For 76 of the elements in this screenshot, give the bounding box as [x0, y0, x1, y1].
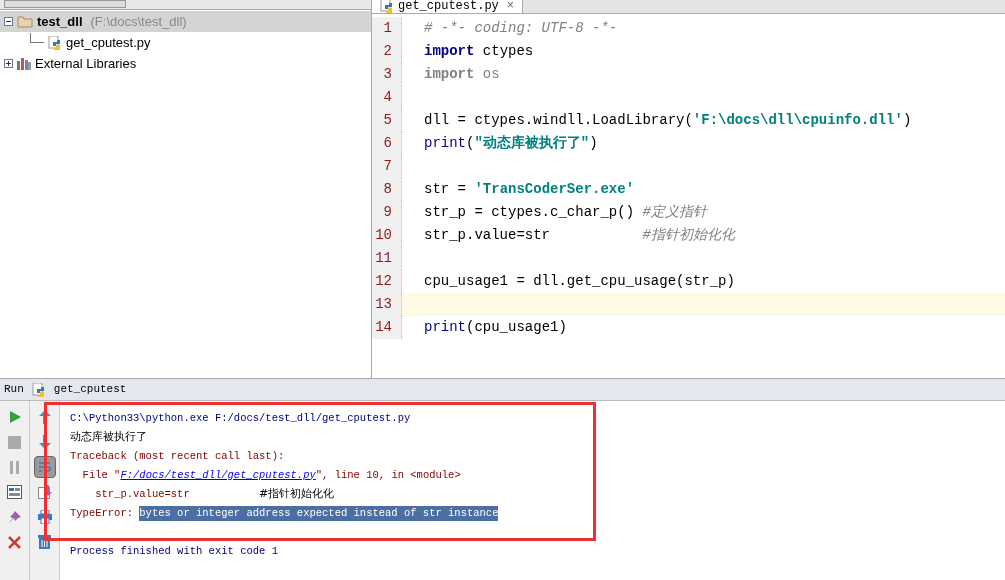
code-token: # -*- coding: UTF-8 -*-	[424, 20, 618, 36]
trash-icon	[38, 535, 51, 549]
tree-item-label: test_dll	[37, 12, 83, 31]
python-file-icon	[48, 35, 62, 50]
stop-icon	[8, 435, 21, 449]
code-token: (	[466, 135, 475, 151]
close-icon	[8, 535, 21, 549]
code-token: (cpu_usage1)	[466, 319, 567, 335]
tab-close-button[interactable]: ×	[506, 0, 515, 12]
layout-icon	[7, 485, 22, 499]
code-token: "动态库被执行了"	[474, 135, 590, 151]
code-token: str_p.value=str	[424, 227, 552, 243]
code-token: ctypes	[481, 43, 534, 59]
line-number: 7	[372, 155, 402, 178]
tab-label: get_cputest.py	[398, 0, 499, 12]
line-number: 8	[372, 178, 402, 201]
code-token: #指针初始化化	[642, 227, 735, 243]
expand-icon[interactable]	[4, 59, 13, 68]
line-number: 12	[372, 270, 402, 293]
console-text: 动态库被执行了	[70, 429, 147, 446]
tree-item[interactable]: test_dll (F:\docs\test_dll)	[0, 11, 371, 32]
collapse-icon[interactable]	[4, 17, 13, 26]
line-number: 4	[372, 86, 402, 109]
run-panel-label: Run	[4, 382, 24, 398]
console-text: Traceback (most recent call last):	[70, 448, 285, 464]
folder-icon	[17, 15, 33, 28]
tree-item[interactable]: get_cputest.py	[0, 32, 371, 53]
console-text: TypeError:	[70, 505, 134, 521]
run-config-label[interactable]: get_cputest	[53, 381, 127, 398]
code-token: import	[424, 66, 475, 82]
code-token: import	[424, 43, 475, 59]
editor-tab[interactable]: get_cputest.py ×	[372, 0, 524, 13]
console-text: #指针初始化化	[259, 486, 335, 503]
code-token: os	[481, 66, 500, 82]
console-text: ", line 10, in <module>	[315, 467, 461, 483]
console-text: C:\Python33\python.exe F:/docs/test_dll/get_cputest.py	[70, 410, 411, 426]
code-token: cpu_usage1 = dll.get_cpu_usage(str_p)	[424, 273, 735, 289]
run-icon	[7, 410, 22, 424]
pin-icon	[7, 509, 22, 525]
tree-item-label: External Libraries	[35, 54, 137, 73]
pause-icon	[8, 460, 21, 474]
console-text: Process finished with exit code 1	[70, 543, 278, 559]
code-token: #定义指针	[642, 204, 707, 220]
project-view-dropdown[interactable]	[4, 0, 126, 8]
line-number: 6	[372, 132, 402, 155]
print-icon	[37, 510, 52, 524]
console-text: bytes or integer address expected instead of str instance	[139, 505, 499, 522]
python-file-icon	[31, 382, 46, 397]
code-token: dll = ctypes.windll.LoadLibrary(	[424, 112, 693, 128]
tree-item[interactable]: External Libraries	[0, 53, 371, 74]
console-text: str_p.value=str	[94, 486, 191, 502]
code-token: str_p = ctypes.c_char_p()	[424, 204, 636, 220]
code-token: str =	[424, 181, 467, 197]
line-number: 1	[372, 17, 402, 40]
toolbar-button[interactable]	[33, 456, 56, 478]
code-token: 'F:\docs\dll\cpuinfo.dll'	[692, 112, 903, 128]
line-number: 9	[372, 201, 402, 224]
console-text: File "	[81, 467, 121, 483]
code-token: 'TransCoderSer.exe'	[474, 181, 635, 197]
line-number: 2	[372, 40, 402, 63]
line-number: 13	[372, 293, 402, 316]
code-token: )	[589, 135, 598, 151]
code-token: )	[902, 112, 912, 128]
line-number: 11	[372, 247, 402, 270]
code-token: print	[424, 135, 466, 151]
line-number: 3	[372, 63, 402, 86]
tree-item-path: (F:\docs\test_dll)	[90, 12, 187, 31]
library-icon	[17, 57, 31, 70]
file-link[interactable]: F:/docs/test_dll/get_cputest.py	[120, 467, 316, 484]
line-number: 10	[372, 224, 402, 247]
tree-item-label: get_cputest.py	[66, 33, 151, 52]
line-number: 14	[372, 316, 402, 339]
line-number: 5	[372, 109, 402, 132]
soft-wrap-icon	[37, 460, 52, 474]
export-icon	[37, 485, 52, 499]
code-token: print	[424, 319, 466, 335]
